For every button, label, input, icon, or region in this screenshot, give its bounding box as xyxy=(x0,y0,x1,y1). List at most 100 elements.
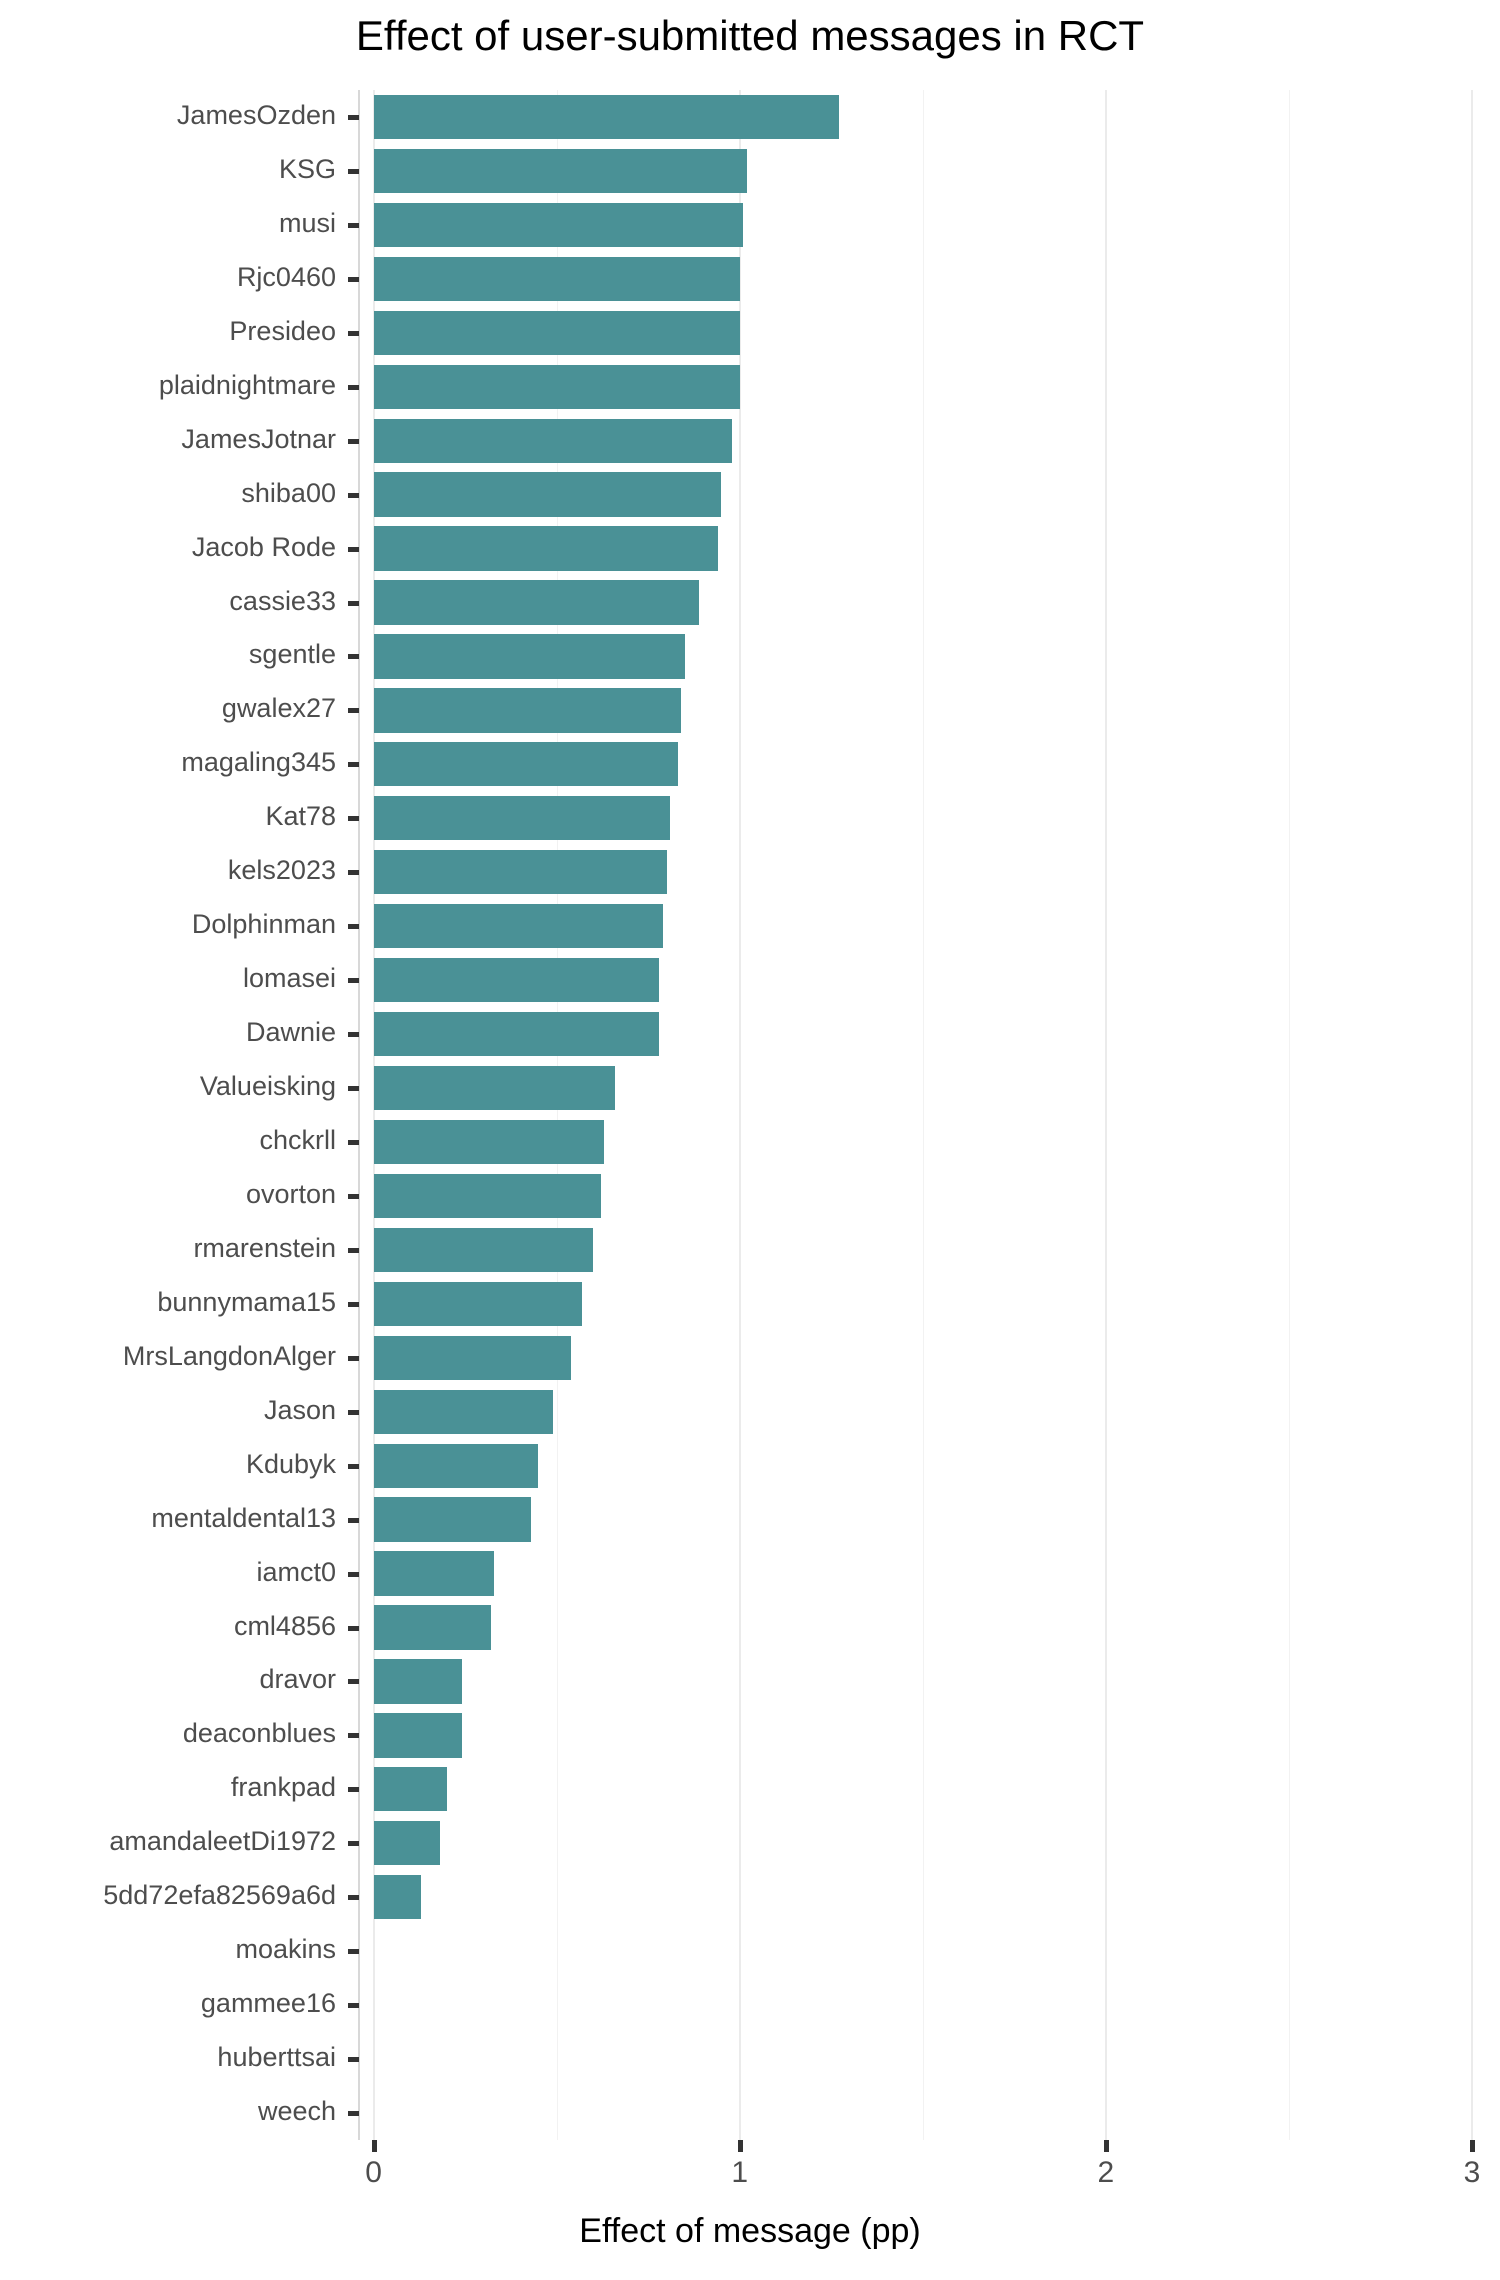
y-tick-mark xyxy=(348,1086,359,1092)
bar-rect xyxy=(373,1659,462,1704)
bar-rect xyxy=(373,1335,572,1380)
bar-rect xyxy=(373,958,660,1003)
y-tick-label-Kdubyk: Kdubyk xyxy=(245,1448,336,1479)
bar-rect xyxy=(373,1227,594,1272)
y-tick-label-Rjc0460: Rjc0460 xyxy=(236,261,336,292)
y-tick-label-ovorton: ovorton xyxy=(245,1178,336,1209)
y-tick-mark xyxy=(348,384,359,390)
bar-rect xyxy=(373,850,667,895)
y-tick-mark xyxy=(348,2003,359,2009)
plot-panel xyxy=(359,90,1473,2140)
y-tick-mark xyxy=(348,114,359,120)
bar-Jacob Rode xyxy=(373,526,718,571)
y-tick-label-Valueisking: Valueisking xyxy=(199,1071,336,1102)
bar-rect xyxy=(373,310,740,355)
bar-KSG xyxy=(373,148,748,194)
bar-5dd72efa82569a6d xyxy=(373,1875,422,1920)
y-tick-mark xyxy=(348,168,359,174)
y-tick-mark xyxy=(348,1571,359,1577)
y-tick-mark xyxy=(348,1247,359,1253)
bar-plaidnightmare xyxy=(373,364,740,409)
bar-MrsLangdonAlger xyxy=(373,1335,572,1380)
y-tick-mark xyxy=(348,816,359,822)
bar-rect xyxy=(373,1011,660,1057)
x-tick-mark-0 xyxy=(371,2140,377,2152)
y-tick-mark xyxy=(348,330,359,336)
bar-iamct0 xyxy=(373,1551,495,1596)
y-tick-label-rmarenstein: rmarenstein xyxy=(193,1232,336,1263)
y-tick-label-Presideo: Presideo xyxy=(229,315,336,346)
y-tick-label-weech: weech xyxy=(257,2096,336,2127)
y-tick-label-KSG: KSG xyxy=(278,153,336,184)
y-tick-label-shiba00: shiba00 xyxy=(241,477,336,508)
y-tick-label-Jason: Jason xyxy=(263,1394,336,1425)
y-tick-label-magaling345: magaling345 xyxy=(181,747,336,778)
y-tick-label-Dawnie: Dawnie xyxy=(245,1017,336,1048)
bar-rect xyxy=(373,796,671,841)
bar-rect xyxy=(373,688,682,733)
bar-sgentle xyxy=(373,634,685,679)
bar-Kdubyk xyxy=(373,1443,539,1488)
bar-rect xyxy=(373,1173,601,1219)
y-tick-mark xyxy=(348,924,359,930)
y-tick-label-Kat78: Kat78 xyxy=(265,801,336,832)
y-tick-mark xyxy=(348,762,359,768)
bar-musi xyxy=(373,202,744,247)
bar-dravor xyxy=(373,1659,462,1704)
y-tick-mark xyxy=(348,276,359,282)
y-tick-mark xyxy=(348,492,359,498)
bar-rect xyxy=(373,1497,532,1542)
y-tick-label-lomasei: lomasei xyxy=(242,963,336,994)
y-tick-mark xyxy=(348,2057,359,2063)
y-tick-label-5dd72efa82569a6d: 5dd72efa82569a6d xyxy=(103,1880,336,1911)
bar-rect xyxy=(373,418,733,463)
y-tick-mark xyxy=(348,600,359,606)
y-tick-mark xyxy=(348,1679,359,1685)
y-tick-label-musi: musi xyxy=(278,207,336,238)
bar-rect xyxy=(373,1605,491,1650)
y-tick-mark xyxy=(348,2111,359,2117)
bar-rect xyxy=(373,1713,462,1758)
x-tick-label-0: 0 xyxy=(365,2156,382,2189)
bar-shiba00 xyxy=(373,472,722,517)
gridline-minor xyxy=(922,90,924,2140)
y-tick-mark xyxy=(348,654,359,660)
bar-rect xyxy=(373,1389,554,1434)
bar-cassie33 xyxy=(373,580,700,625)
gridline-major-3 xyxy=(1471,90,1473,2140)
bar-Dolphinman xyxy=(373,904,663,949)
y-tick-mark xyxy=(348,1517,359,1523)
gridline-minor xyxy=(1288,90,1290,2140)
bar-Jason xyxy=(373,1389,554,1434)
bar-bunnymama15 xyxy=(373,1281,583,1326)
bar-rect xyxy=(373,742,678,787)
chart-title: Effect of user-submitted messages in RCT xyxy=(355,12,1145,59)
y-tick-label-mentaldental13: mentaldental13 xyxy=(151,1502,336,1533)
y-tick-mark xyxy=(348,1949,359,1955)
bar-rect xyxy=(373,472,722,517)
bar-Rjc0460 xyxy=(373,256,740,301)
bar-JamesJotnar xyxy=(373,418,733,463)
bar-Dawnie xyxy=(373,1011,660,1057)
y-tick-mark xyxy=(348,1355,359,1361)
y-tick-label-cml4856: cml4856 xyxy=(233,1610,336,1641)
y-tick-label-JamesOzden: JamesOzden xyxy=(176,99,336,130)
bar-rect xyxy=(373,1443,539,1488)
bar-gwalex27 xyxy=(373,688,682,733)
bar-rect xyxy=(373,1281,583,1326)
bar-amandaleetDi1972 xyxy=(373,1821,440,1866)
y-tick-mark xyxy=(348,1841,359,1847)
gridline-major-2 xyxy=(1104,90,1107,2140)
y-tick-mark xyxy=(348,1139,359,1145)
y-tick-label-plaidnightmare: plaidnightmare xyxy=(158,369,336,400)
bar-chart: Effect of user-submitted messages in RCT… xyxy=(0,0,1500,2280)
bar-Presideo xyxy=(373,310,740,355)
x-tick-label-3: 3 xyxy=(1463,2156,1481,2189)
y-tick-label-gwalex27: gwalex27 xyxy=(221,693,336,724)
y-tick-mark xyxy=(348,222,359,228)
y-tick-mark xyxy=(348,1895,359,1901)
y-tick-label-kels2023: kels2023 xyxy=(227,855,336,886)
bar-ovorton xyxy=(373,1173,601,1219)
bar-Valueisking xyxy=(373,1065,616,1111)
bar-rect xyxy=(373,904,663,949)
